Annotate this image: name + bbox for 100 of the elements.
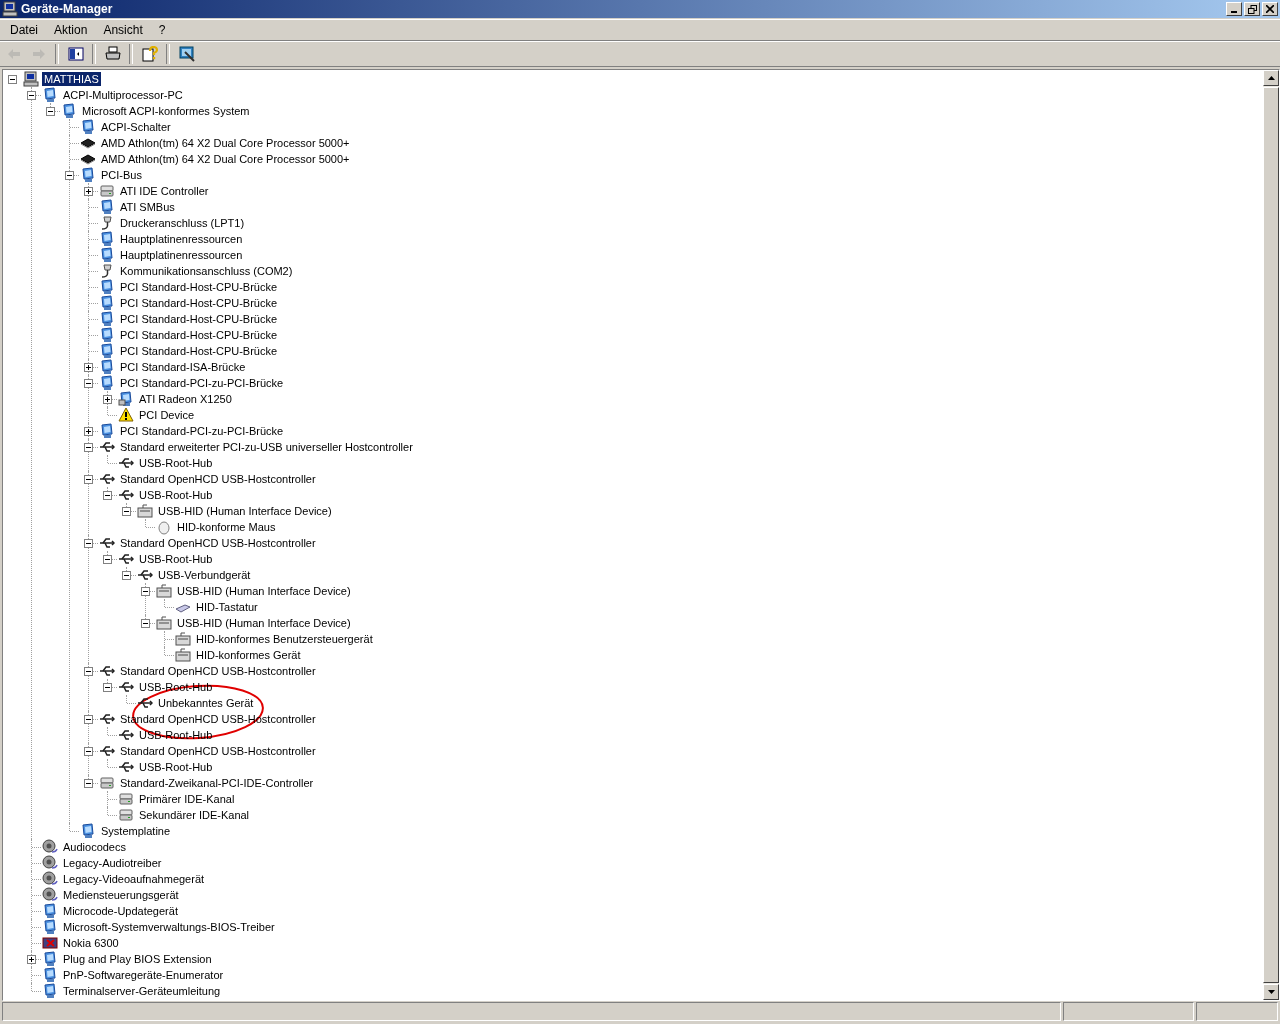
- tree-item[interactable]: Standard OpenHCD USB-Hostcontroller: [118, 536, 318, 550]
- menu-item[interactable]: Datei: [2, 23, 46, 37]
- menu-item[interactable]: Ansicht: [95, 23, 151, 37]
- expander-toggle[interactable]: [102, 682, 112, 692]
- monitor-icon: [42, 919, 58, 935]
- tree-item[interactable]: Legacy-Audiotreiber: [61, 856, 164, 870]
- tree-item[interactable]: USB-HID (Human Interface Device): [175, 616, 353, 630]
- window-title: Geräte-Manager: [21, 2, 114, 16]
- tree-item[interactable]: Standard OpenHCD USB-Hostcontroller: [118, 472, 318, 486]
- tree-item[interactable]: Plug and Play BIOS Extension: [61, 952, 214, 966]
- tree-item[interactable]: ACPI-Schalter: [99, 120, 173, 134]
- tree-item[interactable]: Systemplatine: [99, 824, 173, 838]
- tree-item[interactable]: Sekundärer IDE-Kanal: [137, 808, 252, 822]
- tree-item[interactable]: Standard erweiterter PCI-zu-USB universeller Hostcontroller: [118, 440, 415, 454]
- expander-toggle[interactable]: [83, 778, 93, 788]
- tree-item[interactable]: Terminalserver-Geräteumleitung: [61, 984, 223, 998]
- minimize-button[interactable]: [1226, 2, 1242, 16]
- tree-item[interactable]: Standard-Zweikanal-PCI-IDE-Controller: [118, 776, 316, 790]
- tree-item[interactable]: USB-Verbundgerät: [156, 568, 253, 582]
- tree-item[interactable]: Legacy-Videoaufnahmegerät: [61, 872, 207, 886]
- expander-toggle[interactable]: [83, 666, 93, 676]
- close-button[interactable]: [1262, 2, 1278, 16]
- tree-item[interactable]: Kommunikationsanschluss (COM2): [118, 264, 295, 278]
- menu-item[interactable]: Aktion: [46, 23, 96, 37]
- tree-item[interactable]: ATI Radeon X1250: [137, 392, 234, 406]
- tree-item[interactable]: HID-konformes Benutzersteuergerät: [194, 632, 375, 646]
- tree-item[interactable]: PCI Standard-PCI-zu-PCI-Brücke: [118, 424, 286, 438]
- tree-item[interactable]: PCI Standard-Host-CPU-Brücke: [118, 344, 280, 358]
- tree-item[interactable]: Microsoft ACPI-konformes System: [80, 104, 252, 118]
- tree-item[interactable]: Druckeranschluss (LPT1): [118, 216, 247, 230]
- expander-toggle[interactable]: [83, 426, 93, 436]
- tree-item[interactable]: Standard OpenHCD USB-Hostcontroller: [118, 744, 318, 758]
- tree-item[interactable]: ACPI-Multiprocessor-PC: [61, 88, 185, 102]
- tree-item[interactable]: USB-Root-Hub: [137, 488, 215, 502]
- tree-item[interactable]: PnP-Softwaregeräte-Enumerator: [61, 968, 226, 982]
- tree-item[interactable]: USB-Root-Hub: [137, 760, 215, 774]
- expander-toggle[interactable]: [83, 442, 93, 452]
- expander-toggle[interactable]: [121, 506, 131, 516]
- expander-toggle[interactable]: [64, 170, 74, 180]
- tree-item[interactable]: USB-HID (Human Interface Device): [156, 504, 334, 518]
- expander-toggle[interactable]: [121, 570, 131, 580]
- tree-item[interactable]: AMD Athlon(tm) 64 X2 Dual Core Processor 5000+: [99, 136, 352, 150]
- restore-button[interactable]: [1244, 2, 1260, 16]
- tree-item[interactable]: Standard OpenHCD USB-Hostcontroller: [118, 664, 318, 678]
- tree-item[interactable]: Microsoft-Systemverwaltungs-BIOS-Treiber: [61, 920, 277, 934]
- tree-item[interactable]: Audiocodecs: [61, 840, 128, 854]
- expander-toggle[interactable]: [45, 106, 55, 116]
- tree-item[interactable]: PCI Standard-ISA-Brücke: [118, 360, 248, 374]
- expander-toggle[interactable]: [26, 90, 36, 100]
- expander-toggle[interactable]: [83, 538, 93, 548]
- tree-item[interactable]: PCI Standard-Host-CPU-Brücke: [118, 280, 280, 294]
- tree-item[interactable]: PCI Standard-Host-CPU-Brücke: [118, 312, 280, 326]
- input-device-icon: [137, 503, 153, 519]
- tree-item[interactable]: PCI Standard-Host-CPU-Brücke: [118, 328, 280, 342]
- tree-item[interactable]: PCI Device: [137, 408, 197, 422]
- expander-toggle[interactable]: [83, 746, 93, 756]
- tree-item[interactable]: PCI Standard-Host-CPU-Brücke: [118, 296, 280, 310]
- tree-item[interactable]: Mediensteuerungsgerät: [61, 888, 181, 902]
- expander-toggle[interactable]: [102, 394, 112, 404]
- monitor-icon: [42, 903, 58, 919]
- expander-toggle[interactable]: [83, 474, 93, 484]
- tree-item[interactable]: PCI Standard-PCI-zu-PCI-Brücke: [118, 376, 286, 390]
- tree-item[interactable]: Primärer IDE-Kanal: [137, 792, 237, 806]
- tree-item[interactable]: PCI-Bus: [99, 168, 144, 182]
- expander-toggle[interactable]: [140, 618, 150, 628]
- expander-toggle[interactable]: [140, 586, 150, 596]
- monitor-icon: [42, 983, 58, 999]
- tree-item[interactable]: HID-Tastatur: [194, 600, 260, 614]
- expander-toggle[interactable]: [83, 362, 93, 372]
- tree-item[interactable]: Hauptplatinenressourcen: [118, 248, 245, 262]
- expander-toggle[interactable]: [102, 490, 112, 500]
- tree-item[interactable]: Microcode-Updategerät: [61, 904, 180, 918]
- tree-item[interactable]: USB-HID (Human Interface Device): [175, 584, 353, 598]
- tree-item[interactable]: ATI SMBus: [118, 200, 177, 214]
- tree-item[interactable]: AMD Athlon(tm) 64 X2 Dual Core Processor 5000+: [99, 152, 352, 166]
- tree-item[interactable]: ATI IDE Controller: [118, 184, 211, 198]
- tree-item[interactable]: Unbekanntes Gerät: [156, 696, 256, 710]
- tree-item[interactable]: MATTHIAS: [42, 72, 101, 86]
- tree-item[interactable]: HID-konforme Maus: [175, 520, 278, 534]
- monitor-icon: [99, 247, 115, 263]
- tree-item[interactable]: USB-Root-Hub: [137, 552, 215, 566]
- tree-item[interactable]: Nokia 6300: [61, 936, 121, 950]
- expander-toggle[interactable]: [83, 186, 93, 196]
- menu-item[interactable]: ?: [150, 23, 174, 37]
- usb-icon: [118, 679, 134, 695]
- tree-item[interactable]: HID-konformes Gerät: [194, 648, 303, 662]
- expander-toggle[interactable]: [83, 714, 93, 724]
- expander-toggle[interactable]: [102, 554, 112, 564]
- speaker-icon: [42, 871, 58, 887]
- usb-icon: [118, 759, 134, 775]
- expander-toggle[interactable]: [7, 74, 17, 84]
- scroll-down-button[interactable]: [1263, 984, 1279, 1000]
- expander-toggle[interactable]: [83, 378, 93, 388]
- expander-toggle[interactable]: [26, 954, 36, 964]
- tree-item[interactable]: USB-Root-Hub: [137, 456, 215, 470]
- input-device-icon: [156, 583, 172, 599]
- scroll-up-button[interactable]: [1263, 70, 1279, 86]
- tree-item[interactable]: Hauptplatinenressourcen: [118, 232, 245, 246]
- display-icon: [118, 391, 134, 407]
- usb-icon: [99, 743, 115, 759]
